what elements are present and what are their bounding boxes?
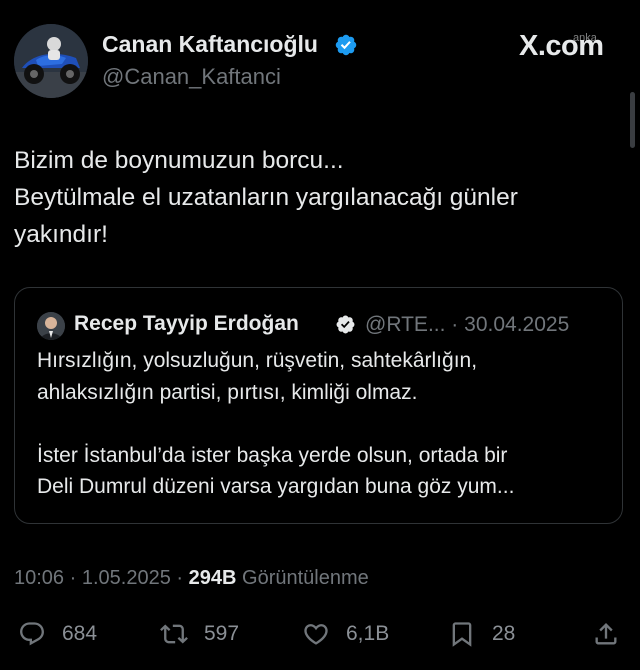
quote-author-name[interactable]: Recep Tayyip Erdoğan <box>74 312 299 336</box>
bookmark-count: 28 <box>492 622 516 645</box>
meta-separator: · <box>176 567 184 589</box>
tweet-line: yakındır! <box>14 221 108 248</box>
quoted-tweet-card[interactable]: Recep Tayyip Erdoğan @RTE... · 30.04.202… <box>14 287 623 524</box>
author-display-name[interactable]: Canan Kaftancıoğlu <box>102 31 318 58</box>
quote-line-blank <box>37 408 612 440</box>
quote-text: Hırsızlığın, yolsuzluğun, rüşvetin, saht… <box>37 345 612 503</box>
verified-badge-icon <box>336 315 355 334</box>
share-button[interactable] <box>592 620 620 648</box>
quote-line: Deli Dumrul düzeni varsa yargıdan buna g… <box>37 475 515 498</box>
quote-line: Hırsızlığın, yolsuzluğun, rüşvetin, saht… <box>37 349 478 372</box>
tweet-text: Bizim de boynumuzun borcu... Beytülmale … <box>14 142 614 253</box>
scrollbar[interactable] <box>630 92 635 148</box>
tweet-date[interactable]: 1.05.2025 <box>82 567 171 589</box>
quote-separator: · <box>451 313 459 336</box>
avatar-motorcycle-photo <box>14 24 88 98</box>
avatar-portrait-photo <box>37 312 65 340</box>
quote-author-avatar[interactable] <box>37 312 65 340</box>
tweet-line: Bizim de boynumuzun borcu... <box>14 147 344 174</box>
heart-icon <box>304 624 328 645</box>
quote-date[interactable]: 30.04.2025 <box>464 313 569 336</box>
share-icon <box>595 623 617 645</box>
tweet-meta: 10:06 · 1.05.2025 · 294B Görüntülenme <box>14 567 369 590</box>
repost-icon <box>160 624 188 644</box>
repost-button[interactable]: 597 <box>160 620 239 648</box>
views-label: Görüntülenme <box>242 567 369 589</box>
bookmark-button[interactable]: 28 <box>448 620 515 648</box>
verified-badge-icon <box>335 34 357 56</box>
author-handle[interactable]: @Canan_Kaftanci <box>102 64 281 90</box>
quote-author-handle[interactable]: @RTE... <box>365 313 445 336</box>
like-count: 6,1B <box>346 622 390 645</box>
meta-separator: · <box>69 567 77 589</box>
reply-count: 684 <box>62 622 98 645</box>
tweet-time[interactable]: 10:06 <box>14 567 64 589</box>
quote-meta: @RTE... · 30.04.2025 <box>365 313 569 337</box>
reply-button[interactable]: 684 <box>18 620 97 648</box>
repost-count: 597 <box>204 622 240 645</box>
like-button[interactable]: 6,1B <box>302 620 389 648</box>
reply-icon <box>20 622 44 646</box>
quote-line: İster İstanbul’da ister başka yerde olsu… <box>37 443 508 467</box>
author-avatar[interactable] <box>14 24 88 98</box>
quote-line: ahlaksızlığın partisi, pırtısı, kimliği … <box>37 380 418 404</box>
watermark-text: anka <box>573 32 597 44</box>
bookmark-icon <box>452 622 472 647</box>
views-count: 294B <box>188 567 237 589</box>
tweet-line: Beytülmale el uzatanların yargılanacağı … <box>14 184 518 211</box>
x-logo: X.com anka <box>519 30 604 63</box>
